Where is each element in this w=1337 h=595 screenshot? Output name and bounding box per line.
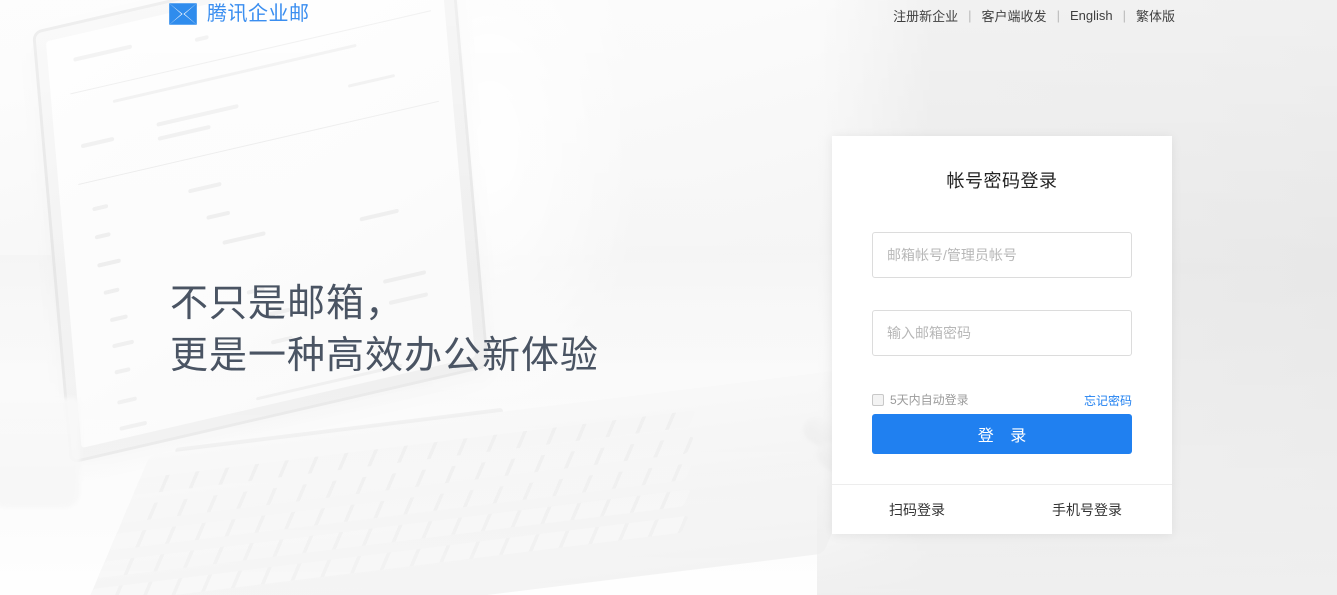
login-options-row: 5天内自动登录 忘记密码 xyxy=(872,391,1132,409)
account-input[interactable] xyxy=(872,232,1132,278)
brand-logo-link[interactable]: 腾讯企业邮 xyxy=(168,2,310,26)
qr-code-login-link[interactable]: 扫码登录 xyxy=(832,485,1002,535)
nav-link-client-mail[interactable]: 客户端收发 xyxy=(980,6,1049,25)
nav-link-english[interactable]: English xyxy=(1068,8,1115,23)
brand-name: 腾讯企业邮 xyxy=(207,3,310,25)
hero-headline: 不只是邮箱， 更是一种高效办公新体验 xyxy=(170,278,599,382)
phone-number-login-link[interactable]: 手机号登录 xyxy=(1002,485,1172,535)
login-card: 帐号密码登录 5天内自动登录 忘记密码 登 录 扫码登录 手机号登录 xyxy=(832,136,1172,534)
photo-cup xyxy=(0,398,80,508)
login-card-footer: 扫码登录 手机号登录 xyxy=(832,484,1172,534)
nav-separator-3: | xyxy=(1122,8,1126,23)
login-card-title: 帐号密码登录 xyxy=(946,171,1058,191)
remember-me-label: 5天内自动登录 xyxy=(890,393,969,407)
nav-link-traditional-chinese[interactable]: 繁体版 xyxy=(1134,6,1177,25)
login-submit-button[interactable]: 登 录 xyxy=(872,414,1132,454)
nav-link-register-enterprise[interactable]: 注册新企业 xyxy=(891,6,960,25)
header-nav-links: 注册新企业 | 客户端收发 | English | 繁体版 xyxy=(891,6,1177,25)
tencent-exmail-butterfly-icon xyxy=(169,3,197,25)
hero-line-1: 不只是邮箱， xyxy=(170,283,405,325)
hero-line-2: 更是一种高效办公新体验 xyxy=(170,335,600,377)
forgot-password-link[interactable]: 忘记密码 xyxy=(1084,392,1132,409)
remember-me-checkbox[interactable] xyxy=(872,394,884,406)
nav-separator-2: | xyxy=(1056,8,1060,23)
nav-separator-1: | xyxy=(968,8,972,23)
login-page: 腾讯企业邮 注册新企业 | 客户端收发 | English | 繁体版 不只是邮… xyxy=(0,0,1337,595)
password-input[interactable] xyxy=(872,310,1132,356)
remember-me-control[interactable]: 5天内自动登录 xyxy=(872,393,969,407)
site-header: 腾讯企业邮 注册新企业 | 客户端收发 | English | 繁体版 xyxy=(0,0,1337,34)
